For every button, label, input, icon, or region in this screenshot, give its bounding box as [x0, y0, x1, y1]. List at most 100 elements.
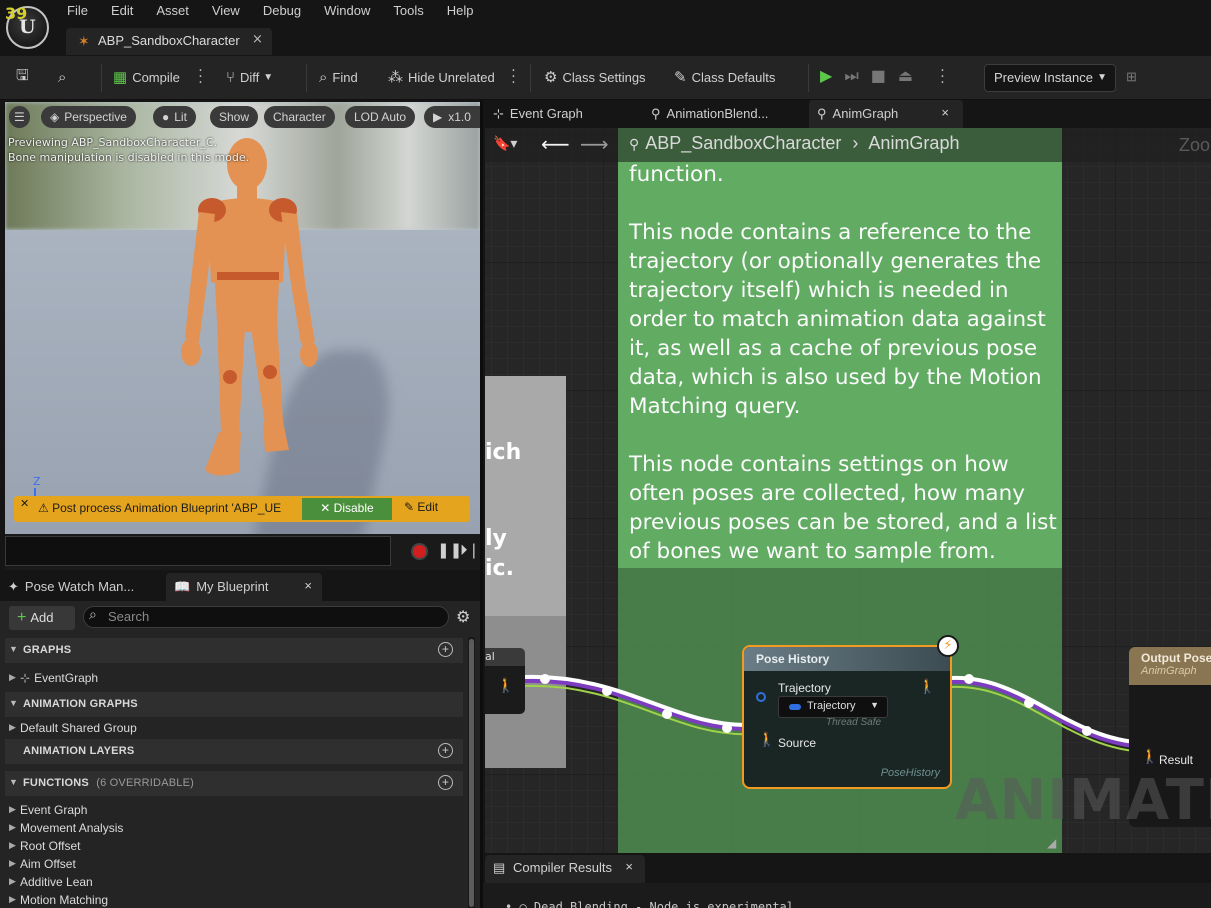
trajectory-pin-icon[interactable] [756, 692, 766, 702]
eject-icon[interactable]: ⏏ [898, 66, 913, 86]
timeline-field[interactable] [5, 536, 391, 566]
add-layer-icon[interactable]: + [438, 743, 453, 758]
add-function-icon[interactable]: + [438, 775, 453, 790]
record-icon[interactable] [411, 543, 428, 560]
add-graph-icon[interactable]: + [438, 642, 453, 657]
breadcrumb: ⚲ ABP_SandboxCharacter › AnimGraph [629, 133, 959, 154]
class-settings-button[interactable]: ⚙ Class Settings [544, 66, 646, 88]
menu-file[interactable]: File [67, 3, 88, 18]
menu-tools[interactable]: Tools [393, 3, 423, 18]
tree-item-eventgraph[interactable]: ▶ ⊹ EventGraph [9, 671, 98, 685]
section-animation-layers-label: ANIMATION LAYERS [23, 745, 135, 757]
stop-icon[interactable]: ■ [871, 66, 886, 86]
trajectory-dropdown[interactable]: Trajectory ▼ [778, 696, 888, 718]
section-functions[interactable]: ▼ FUNCTIONS (6 OVERRIDABLE) + [5, 771, 463, 796]
lit-button[interactable]: ● Lit [153, 106, 196, 128]
search-input[interactable]: Search [83, 606, 449, 628]
pose-history-node[interactable]: Pose History Trajectory Trajectory ▼ Thr… [742, 645, 952, 789]
pause-icon[interactable]: ❚❚ [437, 541, 462, 559]
close-icon[interactable]: × [625, 859, 633, 874]
diff-button[interactable]: ⑂ Diff ▼ [226, 66, 273, 88]
tab-my-blueprint-label: My Blueprint [196, 579, 269, 594]
breadcrumb-asset[interactable]: ABP_SandboxCharacter [645, 133, 841, 153]
function-item[interactable]: ▶ Movement Analysis [9, 821, 123, 835]
compile-button[interactable]: ▦ Compile [113, 66, 180, 88]
save-button[interactable]: 🖫 [16, 66, 34, 88]
function-item[interactable]: ▶ Event Graph [9, 803, 87, 817]
struct-icon [789, 704, 801, 710]
hide-unrelated-button[interactable]: ⁂ Hide Unrelated [388, 66, 495, 88]
warning-message: Post process Animation Blueprint 'ABP_UE [52, 501, 282, 515]
tab-anim-graph[interactable]: ⚲ AnimGraph × [809, 100, 963, 128]
debug-filter-icon[interactable]: ⊞ [1126, 66, 1137, 88]
viewport-menu-button[interactable]: ☰ [9, 106, 30, 128]
compile-options-icon[interactable]: · · · [197, 64, 203, 90]
perspective-button[interactable]: ◈ Perspective [41, 106, 136, 128]
menu-asset[interactable]: Asset [156, 3, 189, 18]
section-graphs[interactable]: ▼ GRAPHS + [5, 638, 463, 663]
bookmark-icon[interactable]: 🔖▾ [493, 136, 517, 152]
breadcrumb-graph[interactable]: AnimGraph [868, 133, 959, 153]
function-item[interactable]: ▶ Motion Matching [9, 893, 108, 907]
class-defaults-button[interactable]: ✎ Class Defaults [674, 66, 775, 88]
browse-button[interactable]: ⌕ [58, 66, 71, 88]
compiler-message[interactable]: • ○ Dead Blending - Node is experimental [505, 900, 794, 908]
anim-graph-canvas[interactable]: function. This node contains a reference… [485, 128, 1211, 853]
close-icon[interactable]: × [304, 578, 312, 593]
section-animation-graphs[interactable]: ▼ ANIMATION GRAPHS [5, 692, 463, 717]
function-item[interactable]: ▶ Aim Offset [9, 857, 76, 871]
play-icon[interactable]: ▶ [820, 66, 832, 86]
preview-instance-dropdown[interactable]: Preview Instance ▼ [984, 64, 1116, 92]
close-icon[interactable]: × [941, 105, 949, 120]
graph-breadcrumb-bar: 🔖▾ ⟵ ⟶ ⚲ ABP_SandboxCharacter › AnimGraph [485, 128, 1211, 162]
tab-compiler-results[interactable]: ▤ Compiler Results × [485, 855, 645, 883]
compiler-icon: ▤ [493, 860, 506, 875]
step-icon[interactable]: ⏭ [844, 66, 858, 86]
menu-window[interactable]: Window [324, 3, 370, 18]
menu-debug[interactable]: Debug [263, 3, 301, 18]
tab-animation-blend[interactable]: ⚲ AnimationBlend... [651, 100, 801, 128]
source-node[interactable]: al 🚶 [485, 648, 525, 714]
edit-button[interactable]: ✎ Edit [404, 500, 438, 514]
expand-icon: ▶ [9, 840, 16, 850]
source-pin-icon[interactable]: 🚶 [758, 732, 775, 748]
settings-gear-icon[interactable]: ⚙ [456, 607, 470, 626]
character-button[interactable]: Character [264, 106, 335, 128]
back-arrow-icon[interactable]: ⟵ [541, 132, 570, 156]
pose-pin-icon[interactable]: 🚶 [497, 678, 514, 694]
menu-view[interactable]: View [212, 3, 240, 18]
disable-button[interactable]: ✕ Disable [302, 498, 392, 520]
show-button[interactable]: Show [210, 106, 259, 128]
result-pin-icon[interactable]: 🚶 [1141, 749, 1158, 765]
tab-pose-watch[interactable]: ✦ Pose Watch Man... [8, 573, 166, 601]
add-button[interactable]: + Add [9, 606, 75, 630]
menu-edit[interactable]: Edit [111, 3, 133, 18]
find-button[interactable]: ⌕ Find [319, 66, 358, 88]
preview-viewport[interactable]: ☰ ◈ Perspective ● Lit Show Character LOD… [5, 102, 480, 534]
menu-help[interactable]: Help [447, 3, 474, 18]
scrollbar-thumb[interactable] [469, 639, 474, 907]
axis-z-label: Z [33, 475, 41, 488]
tree-item-default-shared-group[interactable]: ▶ Default Shared Group [9, 721, 137, 735]
close-icon[interactable]: ✕ [20, 497, 29, 510]
section-animation-layers[interactable]: ANIMATION LAYERS + [5, 739, 463, 764]
more-options-icon[interactable]: · · · [510, 64, 516, 90]
step-forward-icon[interactable]: ⏵❘ [460, 541, 480, 559]
output-pose-pin-icon[interactable]: 🚶 [919, 679, 936, 695]
anim-blueprint-icon: ✶ [78, 34, 90, 50]
tab-my-blueprint[interactable]: 📖 My Blueprint × [166, 573, 322, 601]
function-item[interactable]: ▶ Root Offset [9, 839, 80, 853]
resize-handle-icon[interactable]: ◢ [1047, 836, 1056, 850]
lod-button[interactable]: LOD Auto [345, 106, 416, 128]
function-item[interactable]: ▶ Additive Lean [9, 875, 93, 889]
asset-tab[interactable]: ✶ ABP_SandboxCharacter × [66, 28, 272, 55]
tab-event-graph[interactable]: ⊹ Event Graph [493, 100, 643, 128]
plus-icon: + [17, 609, 27, 626]
panel-splitter[interactable] [480, 100, 483, 908]
scrollbar[interactable] [468, 637, 475, 908]
forward-arrow-icon[interactable]: ⟶ [580, 132, 609, 156]
collapse-icon: ▼ [9, 777, 19, 787]
play-options-icon[interactable]: · · · [939, 64, 945, 90]
close-icon[interactable]: × [252, 32, 263, 47]
playback-speed-button[interactable]: ▶ x1.0 [424, 106, 480, 128]
